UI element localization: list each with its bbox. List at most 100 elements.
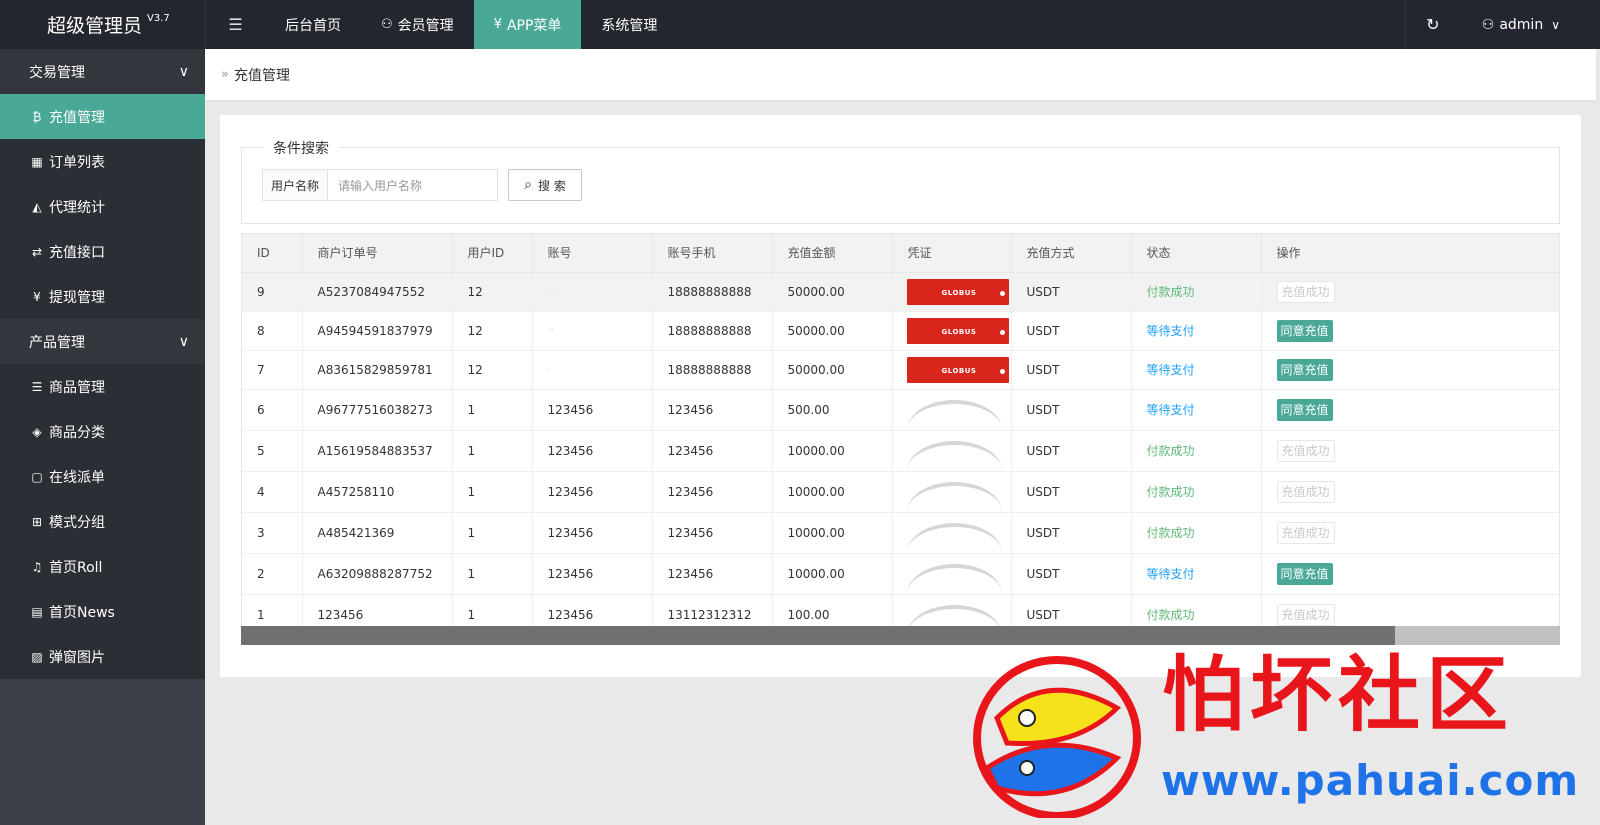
cell-uid: 1: [452, 389, 533, 431]
voucher-loading-image[interactable]: [906, 522, 1002, 553]
table-row[interactable]: 8 A94594591837979 12 ·· 18888888888 50000.00 G…: [242, 311, 1559, 351]
voucher-loading-image[interactable]: [906, 440, 1002, 471]
top-nav: 后台首页 ⚇ 会员管理 ¥ APP菜单 系统管理: [265, 0, 677, 49]
cell-uid: 1: [452, 430, 533, 472]
breadcrumb: » 充值管理: [205, 49, 1596, 100]
voucher-image[interactable]: GLOBUS: [906, 317, 1009, 344]
search-button[interactable]: ⌕ 搜 索: [508, 169, 583, 201]
cell-method: USDT: [1011, 350, 1132, 390]
status-text: 付款成功: [1146, 285, 1195, 299]
sidebar-item-label: 充值管理: [49, 109, 105, 126]
sidebar-group-0[interactable]: 交易管理 ∨: [0, 49, 205, 94]
menu-toggle-icon[interactable]: ☰: [205, 0, 265, 49]
status-text: 付款成功: [1146, 608, 1195, 622]
column-header: 用户ID: [452, 234, 533, 273]
voucher-loading-image[interactable]: [906, 481, 1002, 512]
sidebar-item-0-1[interactable]: ▦ 订单列表: [0, 139, 205, 184]
sidebar-item-label: 首页News: [49, 604, 115, 621]
search-fieldset: 条件搜索 用户名称 请输入用户名称 ⌕ 搜 索: [241, 138, 1560, 224]
cell-amount: 50000.00: [772, 311, 893, 351]
approve-recharge-button[interactable]: 同意充值: [1276, 398, 1333, 421]
sidebar-item-label: 提现管理: [49, 289, 105, 306]
table-row[interactable]: 6 A96777516038273 1 123456 123456 500.00 USDT 等…: [242, 389, 1559, 431]
watermark: 怕坏社区 www.pahuai.com: [967, 647, 1578, 818]
approve-recharge-button[interactable]: 同意充值: [1276, 358, 1333, 381]
recharge-done-button: 充值成功: [1276, 439, 1335, 462]
voucher-loading-image[interactable]: [906, 563, 1002, 594]
topnav-item-2[interactable]: ¥ APP菜单: [473, 0, 582, 49]
sidebar-item-0-4[interactable]: ¥ 提现管理: [0, 274, 205, 319]
topnav-item-0[interactable]: 后台首页: [265, 0, 361, 49]
topnav-label: 后台首页: [285, 17, 341, 34]
column-header: 商户订单号: [302, 234, 453, 273]
sidebar-item-0-0[interactable]: ₿ 充值管理: [0, 94, 205, 139]
sidebar-item-1-2[interactable]: ▢ 在线派单: [0, 454, 205, 499]
recharge-done-button: 充值成功: [1276, 521, 1335, 544]
username-input[interactable]: 请输入用户名称: [328, 169, 499, 201]
refresh-icon[interactable]: ↻: [1404, 0, 1460, 49]
table-row[interactable]: 5 A15619584883537 1 123456 123456 10000.00 USD…: [242, 430, 1559, 472]
status-badge: 付款成功: [1131, 272, 1262, 312]
user-icon: ⚇: [1481, 16, 1495, 33]
sidebar-item-label: 商品管理: [49, 379, 105, 396]
topnav-item-3[interactable]: 系统管理: [581, 0, 677, 49]
cell-phone: 18888888888: [652, 311, 773, 351]
table-row[interactable]: 7 A83615829859781 12 · 18888888888 50000.00 GL…: [242, 350, 1559, 390]
table-row[interactable]: 2 A63209888287752 1 123456 123456 10000.00 USD…: [242, 553, 1559, 595]
status-text: 付款成功: [1146, 444, 1195, 458]
action-cell: 充值成功: [1261, 430, 1559, 472]
voucher-image[interactable]: GLOBUS: [906, 278, 1009, 305]
status-badge: 付款成功: [1131, 471, 1262, 513]
status-text: 付款成功: [1146, 526, 1195, 540]
cell-amount: 10000.00: [772, 553, 893, 595]
topnav-label: 会员管理: [397, 17, 454, 34]
content-card: 条件搜索 用户名称 请输入用户名称 ⌕ 搜 索 ID 商户订单号 用户ID 账号 账号手…: [220, 115, 1581, 677]
status-badge: 等待支付: [1131, 553, 1262, 595]
sidebar-group-1[interactable]: 产品管理 ∨: [0, 319, 205, 364]
user-name: admin: [1499, 16, 1544, 33]
cell-order: A5237084947552: [302, 272, 453, 312]
cell-id: 6: [242, 389, 303, 431]
sidebar-item-0-2[interactable]: ◭ 代理统计: [0, 184, 205, 229]
table-row[interactable]: 3 A485421369 1 123456 123456 10000.00 USDT 付款成功…: [242, 512, 1559, 554]
cell-method: USDT: [1011, 553, 1132, 595]
user-menu[interactable]: ⚇ admin ∨: [1460, 0, 1600, 49]
status-text: 等待支付: [1146, 363, 1195, 377]
voucher-loading-image[interactable]: [906, 399, 1002, 430]
scrollbar-thumb[interactable]: [241, 626, 1395, 645]
horizontal-scrollbar[interactable]: [241, 626, 1560, 645]
sidebar-item-label: 在线派单: [49, 469, 105, 486]
sitemap-icon: ⊞: [31, 514, 43, 529]
approve-recharge-button[interactable]: 同意充值: [1276, 319, 1333, 342]
sidebar-item-1-1[interactable]: ◈ 商品分类: [0, 409, 205, 454]
sidebar-item-1-6[interactable]: ▨ 弹窗图片: [0, 634, 205, 679]
cell-phone: 123456: [652, 512, 773, 554]
sidebar-item-label: 商品分类: [49, 424, 105, 441]
sidebar-item-1-3[interactable]: ⊞ 模式分组: [0, 499, 205, 544]
cell-account: ·: [532, 350, 653, 390]
watermark-text: 怕坏社区: [1162, 647, 1515, 743]
cell-id: 8: [242, 311, 303, 351]
sidebar-item-0-3[interactable]: ⇄ 充值接口: [0, 229, 205, 274]
cell-account: 123456: [532, 471, 653, 513]
sidebar-item-label: 订单列表: [49, 154, 105, 171]
table-body: 9 A5237084947552 12 ·· 18888888888 50000.00 GL…: [242, 272, 1559, 635]
table-row[interactable]: 4 A457258110 1 123456 123456 10000.00 USDT 付款成功…: [242, 471, 1559, 513]
sidebar-item-1-0[interactable]: ☰ 商品管理: [0, 364, 205, 409]
voucher-image-text: GLOBUS: [941, 288, 977, 297]
search-legend: 条件搜索: [263, 138, 339, 158]
status-badge: 付款成功: [1131, 430, 1262, 472]
sidebar-item-1-5[interactable]: ▤ 首页News: [0, 589, 205, 634]
voucher-cell: GLOBUS: [892, 350, 1012, 390]
approve-recharge-button[interactable]: 同意充值: [1276, 562, 1333, 585]
cell-amount: 10000.00: [772, 512, 893, 554]
action-cell: 同意充值: [1261, 389, 1559, 431]
sidebar-item-1-4[interactable]: ♫ 首页Roll: [0, 544, 205, 589]
cell-amount: 50000.00: [772, 272, 893, 312]
recharge-done-button: 充值成功: [1276, 280, 1335, 303]
cell-id: 3: [242, 512, 303, 554]
app-logo[interactable]: 超级管理员 V3.7: [0, 0, 205, 49]
topnav-item-1[interactable]: ⚇ 会员管理: [361, 0, 474, 49]
voucher-image[interactable]: GLOBUS: [906, 356, 1009, 383]
table-row[interactable]: 9 A5237084947552 12 ·· 18888888888 50000.00 GL…: [242, 272, 1559, 312]
